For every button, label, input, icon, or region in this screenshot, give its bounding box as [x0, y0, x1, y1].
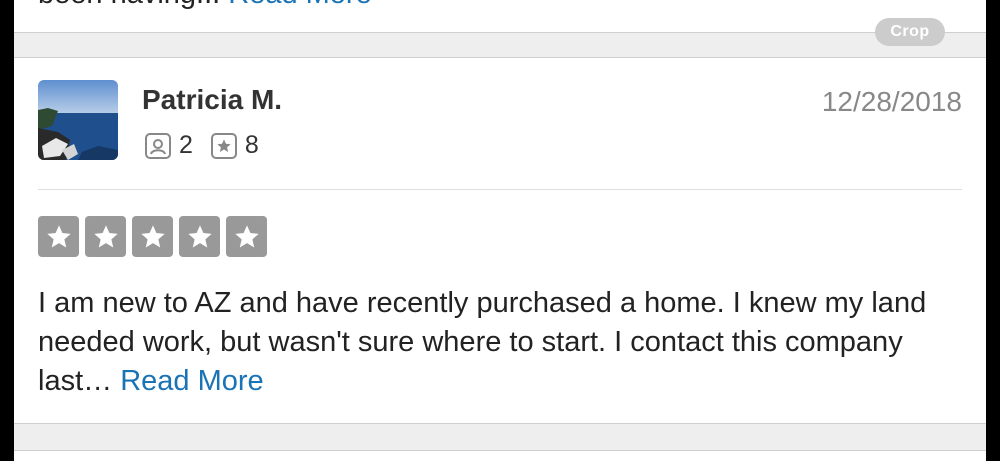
star-icon: [179, 216, 220, 257]
star-rating: [38, 216, 273, 257]
previous-review-text: been having... Read More: [38, 0, 372, 11]
previous-read-more-link[interactable]: Read More: [228, 0, 371, 10]
reviewer-name[interactable]: Patricia M.: [142, 84, 282, 116]
review-screen: been having... Read More Crop Patricia M…: [14, 0, 986, 461]
previous-review-fragment: been having...: [38, 0, 228, 10]
star-review-icon: [210, 132, 237, 159]
crop-button[interactable]: Crop: [875, 18, 945, 46]
friends-count: 2: [179, 131, 193, 159]
avatar-photo: [38, 80, 118, 160]
avatar[interactable]: [38, 80, 118, 160]
section-separator-bottom: [14, 423, 986, 451]
review-text-block: I am new to AZ and have recently purchas…: [38, 284, 968, 401]
friends-icon: [145, 132, 171, 159]
review-date: 12/28/2018: [821, 86, 962, 117]
reviews-stat: 8: [210, 131, 259, 160]
reviews-count: 8: [244, 131, 259, 159]
star-icon: [226, 216, 267, 257]
star-icon: [85, 216, 126, 257]
header-divider: [38, 189, 962, 190]
star-icon: [132, 216, 173, 257]
section-separator-top: [14, 32, 986, 58]
reviewer-stats: 2 8: [145, 131, 277, 160]
star-icon: [38, 216, 79, 257]
friends-stat: 2: [145, 131, 193, 160]
read-more-link[interactable]: Read More: [120, 365, 263, 397]
